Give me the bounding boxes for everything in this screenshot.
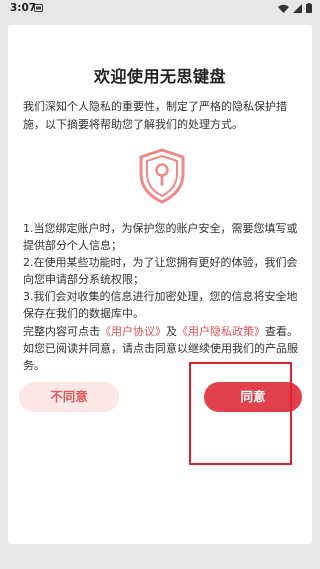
status-time: 3:07 — [10, 2, 37, 14]
privacy-policy-link[interactable]: 《用户隐私政策》 — [177, 325, 265, 338]
privacy-item: 2.在使用某些功能时，为了让您拥有更好的体验，我们会向您申请部分系统权限； — [23, 256, 298, 286]
privacy-item: 1.当您绑定账户时，为保护您的账户安全，需要您填写或提供部分个人信息； — [23, 222, 298, 252]
wifi-icon — [278, 4, 289, 13]
navigation-bar — [0, 544, 320, 569]
status-icons — [278, 3, 312, 13]
status-bar: 3:07 — [0, 0, 320, 16]
user-agreement-link[interactable]: 《用户协议》 — [100, 325, 166, 338]
decline-button[interactable]: 不同意 — [19, 382, 119, 412]
shield-lock-icon — [139, 148, 185, 204]
privacy-item: 3.我们会对收集的信息进行加密处理，您的信息将安全地保存在我们的数据库中。 — [23, 290, 298, 320]
battery-icon — [306, 3, 312, 13]
signal-icon — [293, 3, 302, 13]
consent-and: 及 — [166, 325, 177, 338]
notification-icon — [34, 4, 43, 12]
dialog-intro: 我们深知个人隐私的重要性，制定了严格的隐私保护措施，以下摘要将帮助您了解我们的处… — [23, 100, 287, 131]
dialog-title: 欢迎使用无思键盘 — [93, 67, 226, 86]
privacy-dialog: 欢迎使用无思键盘 我们深知个人隐私的重要性，制定了严格的隐私保护措施，以下摘要将… — [8, 25, 312, 544]
consent-prefix: 完整内容可点击 — [23, 325, 100, 338]
privacy-items: 1.当您绑定账户时，为保护您的账户安全，需要您填写或提供部分个人信息； 2.在使… — [23, 220, 303, 322]
highlight-box — [189, 362, 292, 465]
